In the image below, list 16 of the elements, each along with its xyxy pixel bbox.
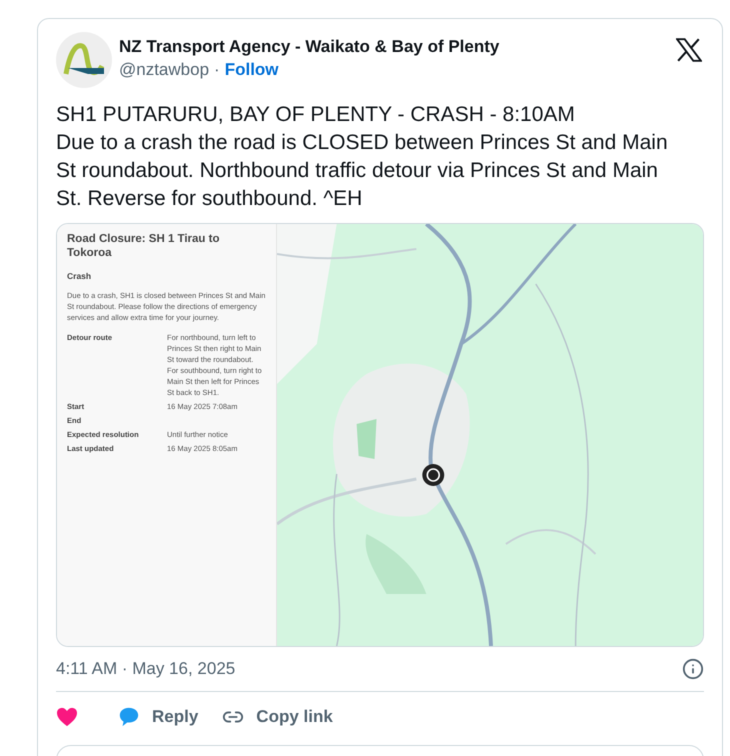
logo-icon — [56, 32, 112, 88]
panel-title: Road Closure: SH 1 Tirau to Tokoroa — [67, 232, 221, 260]
author-name[interactable]: NZ Transport Agency - Waikato & Bay of Plenty — [119, 36, 500, 58]
x-logo-icon[interactable] — [676, 38, 702, 62]
reply-button[interactable]: Reply — [118, 704, 198, 730]
follow-link[interactable]: Follow — [224, 58, 279, 82]
speech-bubble-icon — [118, 706, 140, 728]
tweet-text: Due to a crash the road is CLOSED between Princes St and Main St roundabout. Northbound traffic detour via Princes St and Main St. Reverse for southbound. ^EH — [56, 130, 669, 212]
tweet-text: SH1 PUTARURU, BAY OF PLENTY - CRASH - 8:10AM — [56, 102, 576, 128]
author-handle[interactable]: @nztawbop — [119, 58, 210, 82]
separator: · — [214, 59, 220, 81]
timestamp[interactable]: 4:11 AM · May 16, 2025 — [56, 656, 236, 682]
info-icon[interactable] — [682, 658, 704, 680]
panel-category: Crash — [67, 270, 92, 283]
copy-link-button[interactable]: Copy link — [222, 704, 333, 730]
heart-icon[interactable] — [56, 706, 78, 726]
